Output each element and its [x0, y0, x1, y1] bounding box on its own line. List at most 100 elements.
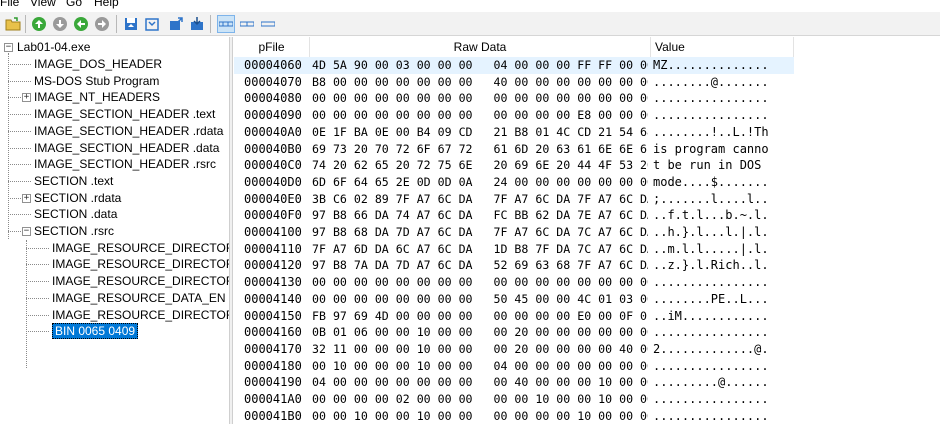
table-row[interactable]: 00004100 97 B8 68 DA 7D A7 6C DA 7F A7 6C… — [234, 224, 794, 241]
tree-node[interactable]: IMAGE_RESOURCE_DIRECTOR — [52, 273, 229, 289]
tree-connector — [26, 297, 49, 299]
table-row[interactable]: 00004170 32 11 00 00 00 10 00 00 00 20 00… — [234, 341, 794, 358]
table-row[interactable]: 000040D0 6D 6F 64 65 2E 0D 0D 0A 24 00 00… — [234, 174, 794, 191]
cell-raw-data: 7F A7 6D DA 6C A7 6C DA 1D B8 7F DA 7C A… — [312, 241, 648, 256]
cell-pfile: 00004120 — [244, 258, 302, 273]
tree-node[interactable]: IMAGE_RESOURCE_DIRECTOR — [52, 307, 229, 323]
menu-help[interactable]: Help — [94, 0, 119, 9]
go-up-icon[interactable] — [30, 15, 48, 33]
cell-pfile: 00004080 — [244, 91, 302, 106]
cell-raw-data: 97 B8 68 DA 7D A7 6C DA 7F A7 6C DA 7C A… — [312, 225, 648, 239]
pane-splitter[interactable] — [229, 37, 233, 424]
tree-node[interactable]: SECTION .rsrc — [34, 223, 114, 239]
grid-header: pFile Raw Data Value — [234, 37, 794, 57]
cell-value: ..m.l.l.....|.l. — [653, 241, 769, 256]
table-row[interactable]: 00004140 00 00 00 00 00 00 00 00 50 45 00… — [234, 291, 794, 308]
cell-value: ................ — [653, 91, 769, 106]
tree-node[interactable]: IMAGE_SECTION_HEADER .data — [34, 140, 219, 156]
table-row[interactable]: 00004130 00 00 00 00 00 00 00 00 00 00 00… — [234, 274, 794, 291]
table-row[interactable]: 00004090 00 00 00 00 00 00 00 00 00 00 00… — [234, 107, 794, 124]
table-row[interactable]: 000040A0 0E 1F BA 0E 00 B4 09 CD 21 B8 01… — [234, 124, 794, 141]
table-row[interactable]: 000040B0 69 73 20 70 72 6F 67 72 61 6D 20… — [234, 141, 794, 158]
menu-file[interactable]: File — [0, 0, 19, 9]
cell-raw-data: 97 B8 7A DA 7D A7 6C DA 52 69 63 68 7F A… — [312, 258, 648, 273]
cell-value: MZ.............. — [653, 58, 769, 72]
tree-node[interactable]: SECTION .text — [34, 173, 113, 189]
table-row[interactable]: 00004080 00 00 00 00 00 00 00 00 00 00 00… — [234, 90, 794, 107]
tree-expander-toggle[interactable]: + — [22, 93, 31, 103]
tree-node[interactable]: IMAGE_RESOURCE_DATA_EN — [52, 290, 226, 306]
tree-node[interactable]: IMAGE_SECTION_HEADER .rsrc — [34, 156, 216, 172]
cell-pfile: 00004150 — [244, 308, 302, 323]
view-list-icon[interactable] — [238, 15, 256, 33]
cell-raw-data: 00 00 00 00 00 00 00 00 00 00 00 00 00 0… — [312, 91, 648, 106]
tree-node[interactable]: SECTION .data — [34, 206, 117, 222]
cell-raw-data: 0E 1F BA 0E 00 B4 09 CD 21 B8 01 4C CD 2… — [312, 124, 648, 139]
table-row[interactable]: 000040C0 74 20 62 65 20 72 75 6E 20 69 6E… — [234, 157, 794, 174]
collapse-root-toggle[interactable]: − — [4, 43, 13, 52]
tree-node[interactable]: IMAGE_NT_HEADERS — [34, 89, 160, 105]
table-row[interactable]: 00004070 B8 00 00 00 00 00 00 00 40 00 00… — [234, 74, 794, 91]
forward-icon[interactable] — [93, 15, 111, 33]
tree-expander-toggle[interactable]: − — [22, 227, 31, 236]
tree-node[interactable]: IMAGE_SECTION_HEADER .rdata — [34, 123, 223, 139]
tree-root-file[interactable]: Lab01-04.exe — [17, 39, 90, 55]
tree-node-selected[interactable]: BIN 0065 0409 — [52, 323, 139, 340]
go-down-icon[interactable] — [51, 15, 69, 33]
hex-data-grid[interactable]: pFile Raw Data Value 00004060 4D 5A 90 00… — [234, 37, 940, 424]
tree-connector — [8, 164, 31, 166]
table-row[interactable]: 00004120 97 B8 7A DA 7D A7 6C DA 52 69 63… — [234, 257, 794, 274]
cell-pfile: 000040D0 — [244, 174, 302, 189]
tree-connector — [26, 264, 49, 266]
header-value[interactable]: Value — [651, 37, 794, 57]
back-icon[interactable] — [72, 15, 90, 33]
table-row[interactable]: 00004160 0B 01 06 00 00 10 00 00 00 20 00… — [234, 324, 794, 341]
open-folder-icon[interactable] — [4, 15, 22, 33]
cell-value: t be run in DOS — [653, 158, 769, 173]
tree-node[interactable]: IMAGE_SECTION_HEADER .text — [34, 106, 215, 122]
tree-node[interactable]: SECTION .rdata — [34, 190, 121, 206]
save-icon[interactable] — [122, 15, 140, 33]
table-row[interactable]: 000040F0 97 B8 66 DA 74 A7 6C DA FC BB 62… — [234, 207, 794, 224]
cell-raw-data: 97 B8 66 DA 74 A7 6C DA FC BB 62 DA 7E A… — [312, 208, 648, 223]
header-raw-data[interactable]: Raw Data — [310, 37, 651, 57]
cell-raw-data: 4D 5A 90 00 03 00 00 00 04 00 00 00 FF F… — [312, 58, 648, 72]
cell-value: ..h.}.l...l.|.l. — [653, 225, 769, 239]
menu-view[interactable]: View — [30, 0, 56, 9]
cell-value: mode....$....... — [653, 174, 769, 189]
cell-pfile: 000040B0 — [244, 141, 302, 156]
cell-value: ..f.t.l...b.~.l. — [653, 208, 769, 223]
table-row[interactable]: 00004190 04 00 00 00 00 00 00 00 00 40 00… — [234, 374, 794, 391]
table-row[interactable]: 00004150 FB 97 69 4D 00 00 00 00 00 00 00… — [234, 308, 794, 325]
menu-go[interactable]: Go — [66, 0, 82, 9]
view-details-icon[interactable] — [217, 15, 235, 33]
table-row[interactable]: 00004180 00 10 00 00 00 10 00 00 04 00 00… — [234, 358, 794, 375]
extract-icon[interactable] — [188, 15, 206, 33]
cell-value: ................ — [653, 108, 769, 123]
tree-node[interactable]: IMAGE_RESOURCE_DIRECTOR — [52, 256, 229, 272]
table-row[interactable]: 00004110 7F A7 6D DA 6C A7 6C DA 1D B8 7F… — [234, 241, 794, 258]
tree-node[interactable]: IMAGE_RESOURCE_DIRECTOR — [52, 240, 229, 256]
cell-pfile: 00004090 — [244, 108, 302, 123]
tree-connector — [26, 314, 49, 316]
cell-raw-data: 04 00 00 00 00 00 00 00 00 40 00 00 00 1… — [312, 375, 648, 390]
view-icons-icon[interactable] — [259, 15, 277, 33]
table-row[interactable]: 000040E0 3B C6 02 89 7F A7 6C DA 7F A7 6C… — [234, 191, 794, 208]
table-row[interactable]: 000041B0 00 00 10 00 00 10 00 00 00 00 00… — [234, 408, 794, 424]
tree-expander-toggle[interactable]: + — [22, 193, 31, 203]
cell-raw-data: 3B C6 02 89 7F A7 6C DA 7F A7 6C DA 7F A… — [312, 191, 648, 206]
tree-connector — [8, 180, 31, 182]
cell-raw-data: 00 00 00 00 00 00 00 00 00 00 00 00 E8 0… — [312, 108, 648, 123]
tree-connector — [26, 281, 49, 283]
tree-node[interactable]: MS-DOS Stub Program — [34, 73, 159, 89]
save-as-icon[interactable] — [143, 15, 161, 33]
export-icon[interactable] — [167, 15, 185, 33]
tree-connector — [8, 64, 31, 65]
header-pfile[interactable]: pFile — [234, 37, 310, 57]
structure-tree[interactable]: − Lab01-04.exe IMAGE_DOS_HEADER MS-DOS St… — [0, 37, 229, 424]
table-row[interactable]: 00004060 4D 5A 90 00 03 00 00 00 04 00 00… — [234, 57, 794, 74]
table-row[interactable]: 000041A0 00 00 00 00 02 00 00 00 00 00 10… — [234, 391, 794, 408]
tree-node[interactable]: IMAGE_DOS_HEADER — [34, 56, 162, 72]
menu-bar: File View Go Help — [0, 0, 940, 10]
tree-connector — [8, 147, 31, 149]
